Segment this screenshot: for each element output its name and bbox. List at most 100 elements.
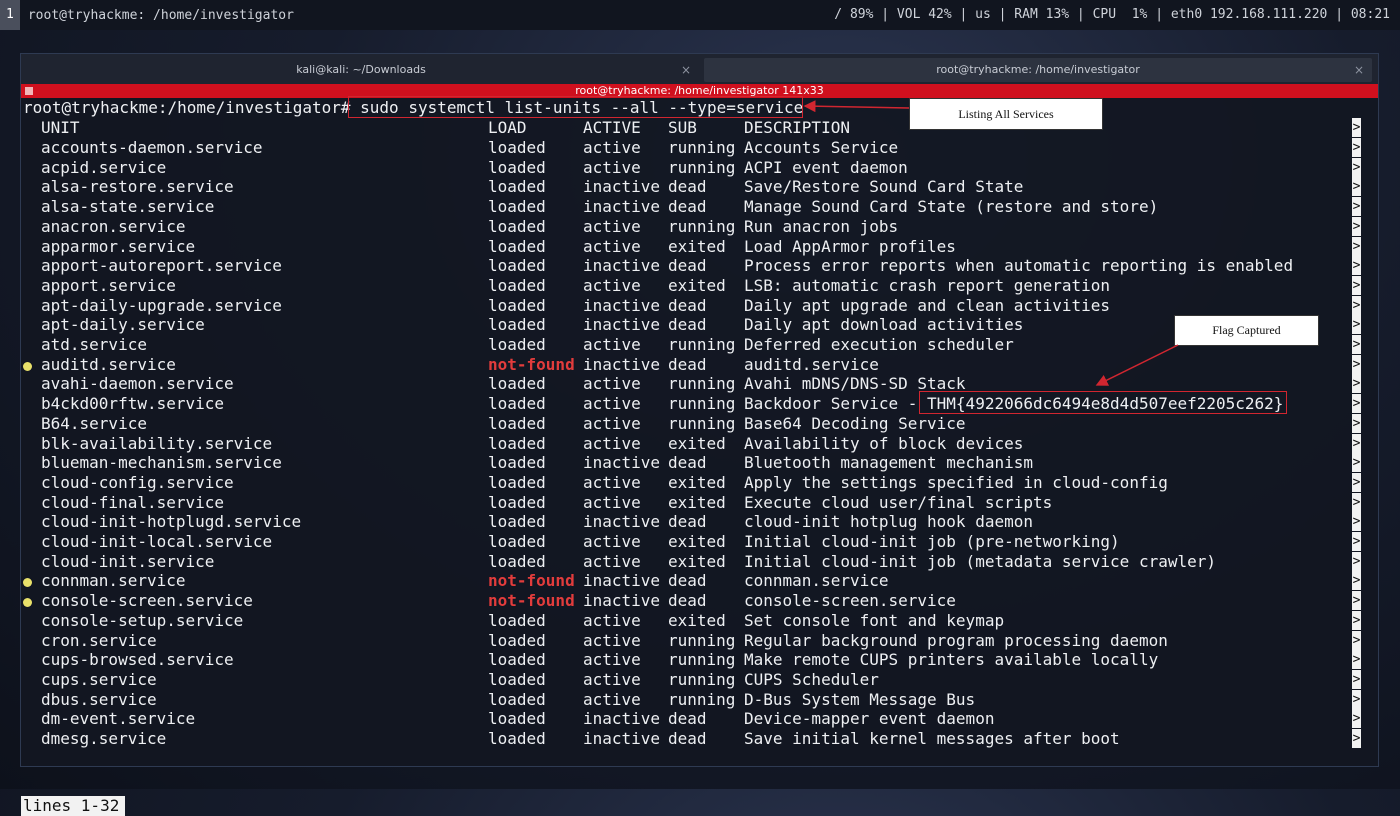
cell-description: Make remote CUPS printers available loca… xyxy=(744,650,1159,670)
cell-load: loaded xyxy=(488,256,546,276)
close-icon[interactable]: × xyxy=(1354,58,1364,82)
table-row: auditd.service not-found inactive dead audit… xyxy=(21,354,1378,375)
cell-unit: acpid.service xyxy=(41,157,167,177)
cell-load: loaded xyxy=(488,610,546,630)
table-row: cloud-final.service loaded active exited Exe… xyxy=(21,492,1378,513)
flag-highlight-box xyxy=(919,391,1287,414)
cell-sub: running xyxy=(668,669,736,689)
more-indicator: > xyxy=(1352,413,1361,433)
tab-label: kali@kali: ~/Downloads xyxy=(296,63,426,76)
cell-sub: dead xyxy=(668,591,707,611)
cell-load: loaded xyxy=(488,138,546,157)
cell-sub: exited xyxy=(668,433,726,453)
cell-unit: apparmor.service xyxy=(41,236,196,256)
cell-active: active xyxy=(583,689,641,709)
cell-unit: cloud-init.service xyxy=(41,551,215,571)
cell-sub: dead xyxy=(668,729,707,748)
cell-active: inactive xyxy=(583,177,661,197)
cell-load: loaded xyxy=(488,729,546,748)
workspace-indicator[interactable]: 1 xyxy=(0,0,20,30)
more-indicator: > xyxy=(1352,453,1361,473)
command-highlight-box xyxy=(348,96,803,118)
more-indicator: > xyxy=(1352,118,1361,137)
cell-load: loaded xyxy=(488,216,546,236)
header-sub: SUB xyxy=(668,118,697,137)
cell-unit: alsa-restore.service xyxy=(41,177,234,197)
cell-sub: dead xyxy=(668,571,707,591)
cell-load: loaded xyxy=(488,157,546,177)
cell-unit: blk-availability.service xyxy=(41,433,273,453)
table-header: UNIT LOAD ACTIVE SUB DESCRIPTION > xyxy=(21,118,1378,138)
cell-load: loaded xyxy=(488,197,546,217)
cell-sub: dead xyxy=(668,197,707,217)
cell-active: inactive xyxy=(583,197,661,217)
more-indicator: > xyxy=(1352,315,1361,335)
cell-sub: running xyxy=(668,689,736,709)
cell-active: active xyxy=(583,433,641,453)
close-icon[interactable]: × xyxy=(681,58,691,82)
cell-description: Device-mapper event daemon xyxy=(744,709,995,729)
cell-description: Apply the settings specified in cloud-co… xyxy=(744,472,1168,492)
table-row: accounts-daemon.service loaded active runni… xyxy=(21,138,1378,158)
cell-description: auditd.service xyxy=(744,354,879,374)
more-indicator: > xyxy=(1352,532,1361,551)
more-indicator: > xyxy=(1352,197,1361,217)
cell-active: active xyxy=(583,472,641,492)
table-row: apt-daily-upgrade.service loaded inactive d… xyxy=(21,295,1378,316)
cell-load: loaded xyxy=(488,433,546,453)
cell-description: Execute cloud user/final scripts xyxy=(744,492,1053,512)
cell-unit: cups-browsed.service xyxy=(41,650,234,670)
more-indicator: > xyxy=(1352,354,1361,374)
cell-sub: dead xyxy=(668,453,707,473)
cell-sub: dead xyxy=(668,177,707,197)
cell-unit: console-setup.service xyxy=(41,610,244,630)
cell-active: active xyxy=(583,630,641,650)
cell-unit: dm-event.service xyxy=(41,709,196,729)
cell-active: inactive xyxy=(583,295,661,315)
cell-description: Save/Restore Sound Card State xyxy=(744,177,1024,197)
cell-load: not-found xyxy=(488,571,575,591)
cell-sub: running xyxy=(668,630,736,650)
annotation-flag: Flag Captured xyxy=(1174,315,1319,346)
table-row: cups-browsed.service loaded active running M… xyxy=(21,650,1378,670)
cell-unit: b4ckd00rftw.service xyxy=(41,394,225,414)
cell-sub: exited xyxy=(668,492,726,512)
cell-unit: cloud-init-local.service xyxy=(41,532,273,551)
cell-description: Daily apt upgrade and clean activities xyxy=(744,295,1111,315)
table-row: apport.service loaded active exited LSB: aut… xyxy=(21,275,1378,296)
cell-active: active xyxy=(583,413,641,433)
cell-unit: auditd.service xyxy=(41,354,176,374)
cell-sub: running xyxy=(668,138,736,157)
cell-load: loaded xyxy=(488,295,546,315)
table-row: connman.service not-found inactive dead conn… xyxy=(21,571,1378,591)
tab-tryhackme-investigator[interactable]: root@tryhackme: /home/investigator × xyxy=(704,58,1372,82)
table-row: cloud-config.service loaded active exited Ap… xyxy=(21,472,1378,493)
more-indicator: > xyxy=(1352,729,1361,748)
cell-sub: exited xyxy=(668,551,726,571)
cell-unit: alsa-state.service xyxy=(41,197,215,217)
cell-sub: running xyxy=(668,374,736,394)
top-status-bar: 1 root@tryhackme: /home/investigator / 8… xyxy=(0,0,1400,30)
cell-load: loaded xyxy=(488,669,546,689)
more-indicator: > xyxy=(1352,512,1361,532)
cell-active: active xyxy=(583,335,641,354)
table-row: acpid.service loaded active running ACPI eve… xyxy=(21,157,1378,178)
cell-active: active xyxy=(583,492,641,512)
table-row: console-setup.service loaded active exited S… xyxy=(21,610,1378,631)
cell-active: inactive xyxy=(583,512,661,532)
status-dot-icon xyxy=(23,578,32,588)
table-row: apparmor.service loaded active exited Load A… xyxy=(21,236,1378,257)
header-active: ACTIVE xyxy=(583,118,641,137)
more-indicator: > xyxy=(1352,433,1361,453)
cell-description: Process error reports when automatic rep… xyxy=(744,256,1294,276)
cell-description: Daily apt download activities xyxy=(744,315,1024,335)
tab-kali-downloads[interactable]: kali@kali: ~/Downloads × xyxy=(21,58,701,82)
cell-description: cloud-init hotplug hook daemon xyxy=(744,512,1033,532)
more-indicator: > xyxy=(1352,571,1361,591)
more-indicator: > xyxy=(1352,591,1361,611)
header-description: DESCRIPTION xyxy=(744,118,850,137)
terminal-output[interactable]: root@tryhackme:/home/investigator# sudo … xyxy=(21,98,1378,816)
cell-sub: dead xyxy=(668,315,707,335)
cell-unit: apt-daily-upgrade.service xyxy=(41,295,282,315)
cell-unit: B64.service xyxy=(41,413,147,433)
